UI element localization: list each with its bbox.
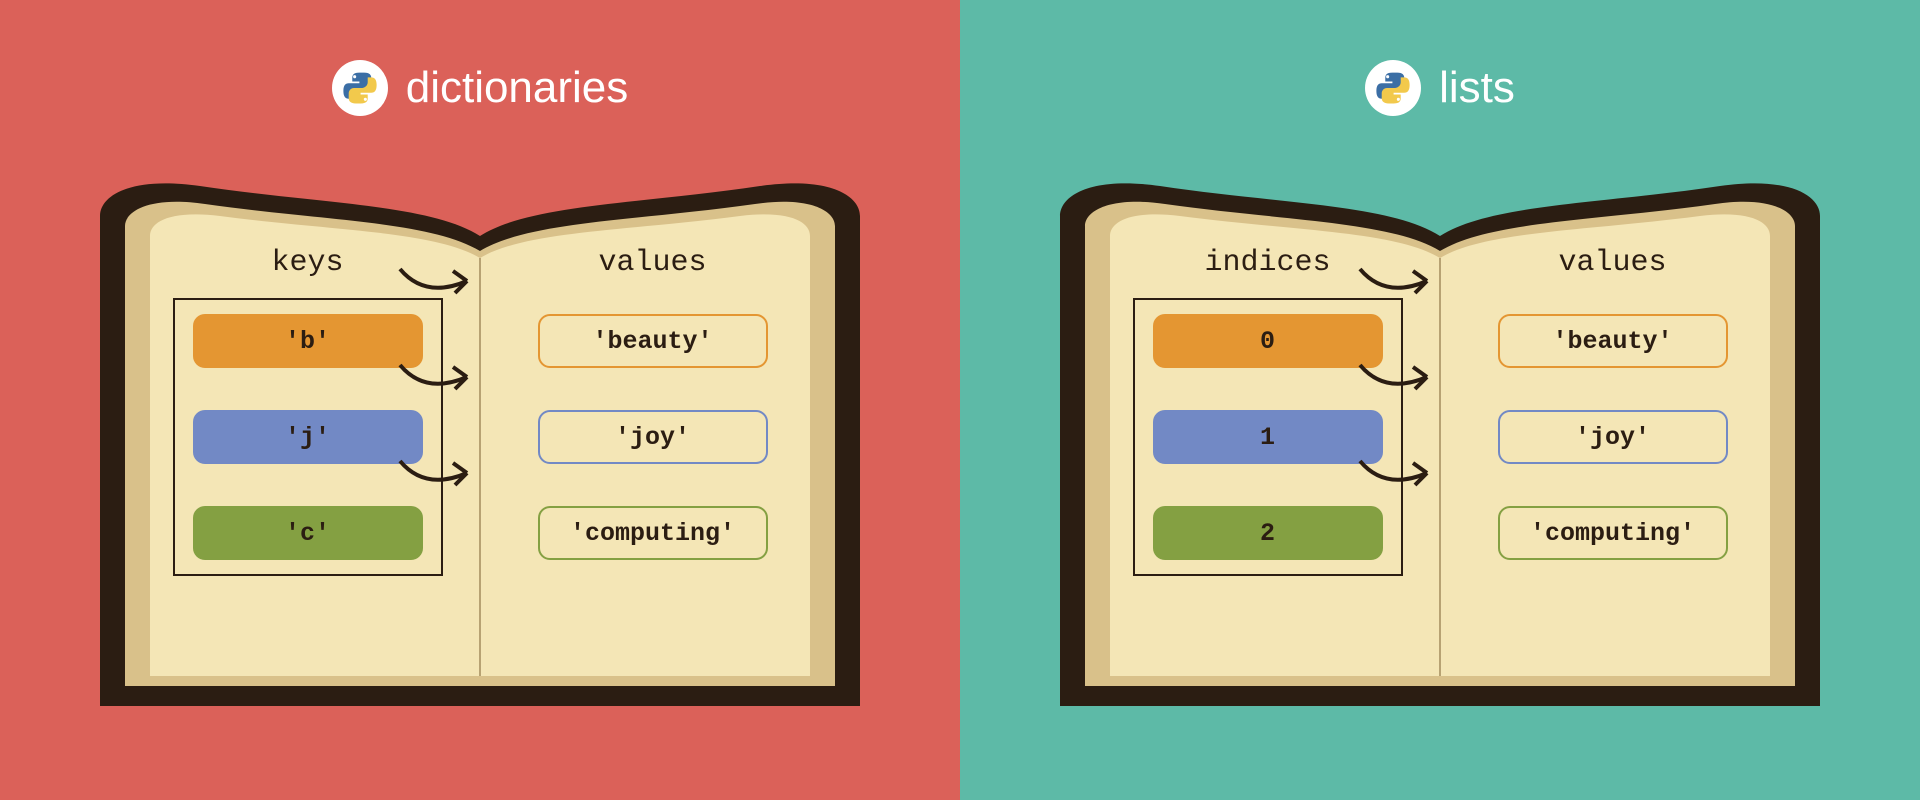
arrow-icon [395,357,485,399]
value-0: 'beauty' [1498,314,1728,368]
arrow-column [395,261,485,495]
index-0: 0 [1153,314,1383,368]
value-1: 'joy' [538,410,768,464]
arrow-icon [1355,261,1445,303]
value-0: 'beauty' [538,314,768,368]
indices-header: indices [1204,246,1330,280]
keys-header: keys [271,246,343,280]
arrow-icon [1355,453,1445,495]
index-1: 1 [1153,410,1383,464]
dictionaries-heading: dictionaries [332,60,629,116]
lists-book: indices 0 1 2 values 'beauty' 'joy' 'com… [1030,166,1850,726]
arrow-icon [395,261,485,303]
index-2: 2 [1153,506,1383,560]
dictionaries-title: dictionaries [406,63,629,113]
arrow-icon [395,453,485,495]
python-logo-icon [1365,60,1421,116]
values-header: values [1558,246,1666,280]
value-2: 'computing' [1498,506,1728,560]
python-logo-icon [332,60,388,116]
key-0: 'b' [193,314,423,368]
dictionaries-book: keys 'b' 'j' 'c' values 'beauty' 'joy' '… [70,166,890,726]
value-2: 'computing' [538,506,768,560]
lists-title: lists [1439,63,1515,113]
value-1: 'joy' [1498,410,1728,464]
values-page: values 'beauty' 'joy' 'computing' [480,226,825,686]
lists-heading: lists [1365,60,1515,116]
dictionaries-panel: dictionaries keys 'b' 'j' 'c' values [0,0,960,800]
values-header: values [598,246,706,280]
lists-panel: lists indices 0 1 2 values 'beauty' [960,0,1920,800]
key-2: 'c' [193,506,423,560]
arrow-column [1355,261,1445,495]
values-page: values 'beauty' 'joy' 'computing' [1440,226,1785,686]
arrow-icon [1355,357,1445,399]
key-1: 'j' [193,410,423,464]
